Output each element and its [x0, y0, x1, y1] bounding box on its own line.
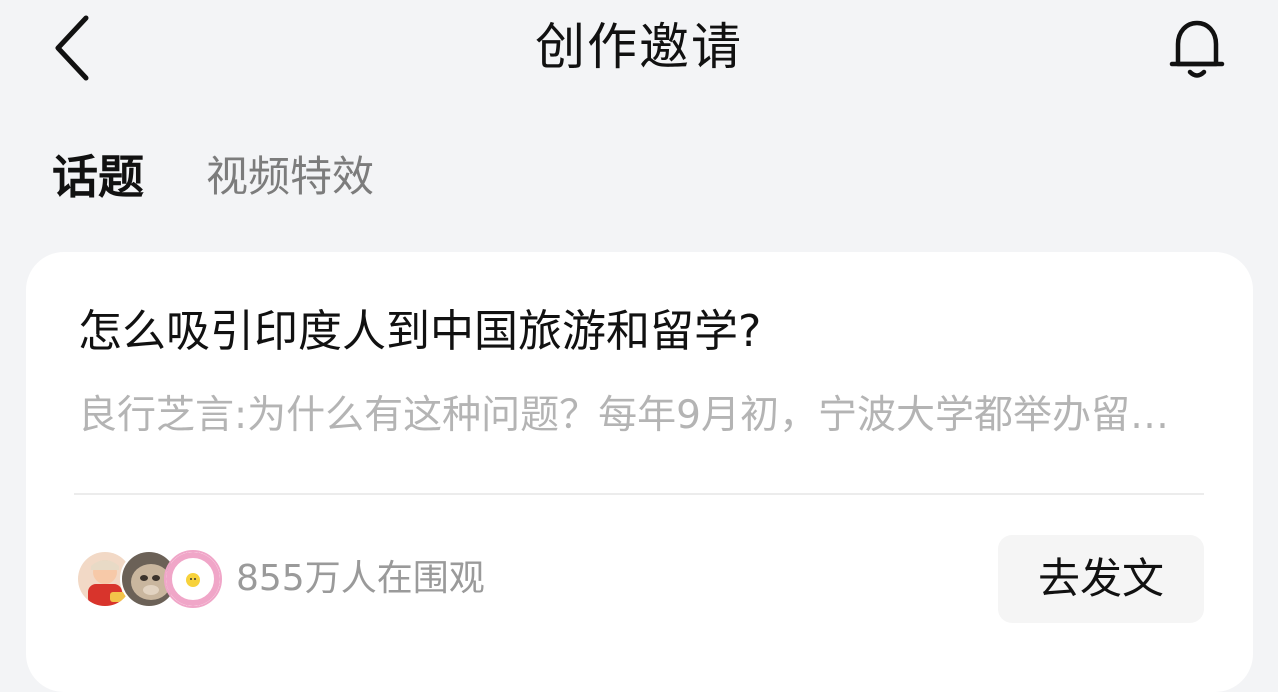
page-title: 创作邀请 — [535, 18, 743, 76]
notification-button[interactable] — [1164, 14, 1230, 82]
tab-topics[interactable]: 话题 — [52, 146, 144, 208]
topic-title[interactable]: 怎么吸引印度人到中国旅游和留学? — [78, 302, 761, 362]
topic-card[interactable]: 怎么吸引印度人到中国旅游和留学? 良行芝言:为什么有这种问题？每年9月初，宁波大… — [26, 252, 1253, 692]
top-bar: 创作邀请 — [0, 0, 1278, 96]
tab-video-effects[interactable]: 视频特效 — [206, 146, 374, 208]
watchers-count: 855万人在围观 — [236, 558, 485, 599]
bell-icon — [1169, 20, 1225, 78]
avatar-group — [76, 550, 222, 608]
tab-bar: 话题 视频特效 — [52, 146, 374, 208]
divider — [74, 493, 1204, 495]
topic-excerpt[interactable]: 良行芝言:为什么有这种问题？每年9月初，宁波大学都举办留学生开学典礼 — [78, 388, 1206, 444]
post-button[interactable]: 去发文 — [998, 535, 1204, 623]
egg-avatar — [164, 550, 222, 608]
